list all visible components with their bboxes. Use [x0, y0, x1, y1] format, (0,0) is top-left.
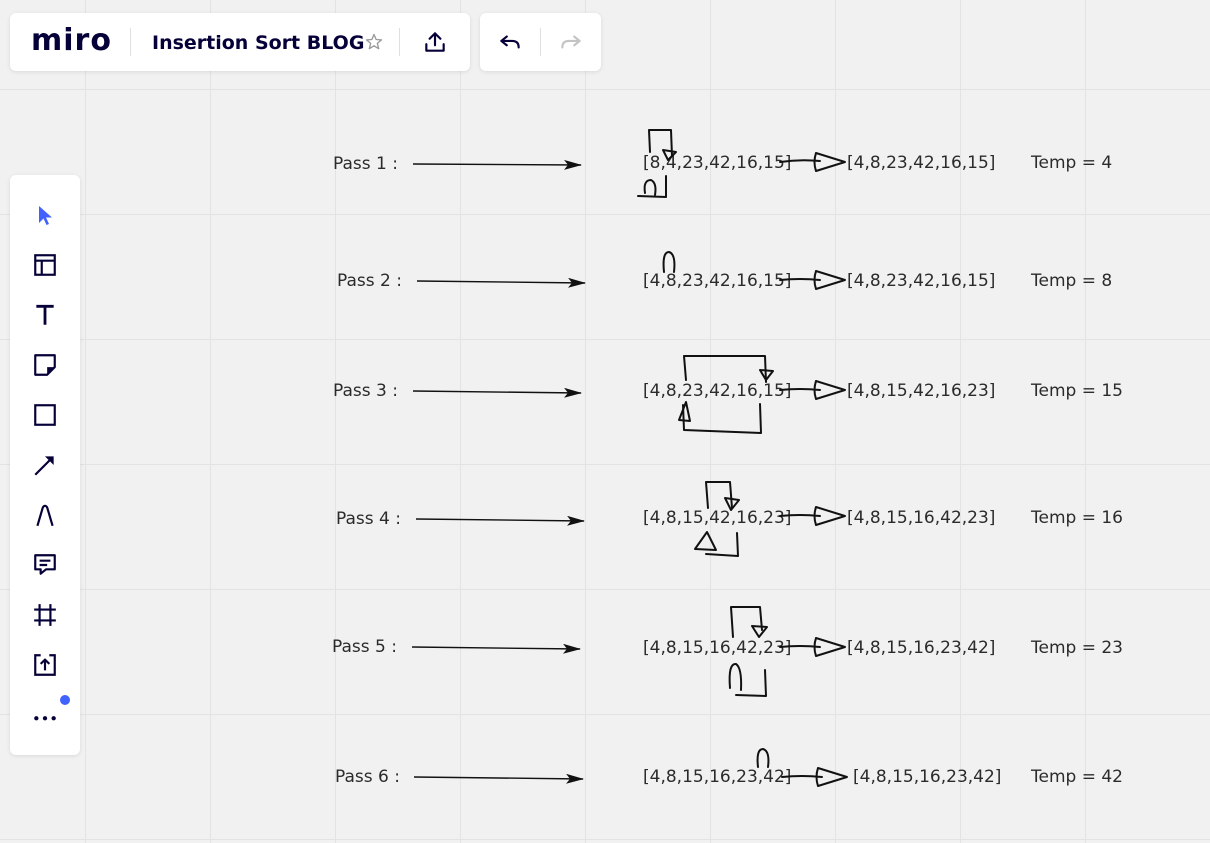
swap-stroke[interactable] — [683, 355, 767, 383]
board-drawings — [411, 129, 848, 787]
swap-stroke[interactable] — [682, 403, 762, 434]
pass-arrow[interactable] — [413, 773, 584, 784]
pass-arrow[interactable] — [411, 643, 581, 654]
swap-stroke[interactable] — [637, 175, 667, 198]
swap-stroke[interactable] — [756, 748, 770, 768]
transition-arrow[interactable] — [779, 506, 846, 526]
swap-stroke[interactable] — [643, 179, 657, 196]
transition-arrow[interactable] — [779, 152, 846, 172]
pass-arrow[interactable] — [416, 277, 586, 288]
pass-arrow[interactable] — [415, 515, 585, 526]
swap-stroke[interactable] — [728, 663, 743, 691]
transition-arrow[interactable] — [779, 270, 846, 290]
swap-stroke[interactable] — [662, 149, 677, 161]
swap-stroke[interactable] — [648, 129, 673, 157]
transition-arrow[interactable] — [781, 767, 848, 787]
swap-stroke[interactable] — [730, 606, 763, 638]
swap-stroke[interactable] — [751, 625, 768, 638]
transition-arrow[interactable] — [779, 380, 846, 400]
pass-arrow[interactable] — [412, 159, 582, 170]
swap-stroke[interactable] — [694, 531, 717, 551]
transition-arrow[interactable] — [779, 637, 846, 657]
pass-arrow[interactable] — [412, 387, 582, 398]
swap-stroke[interactable] — [662, 251, 676, 273]
swap-stroke[interactable] — [705, 532, 739, 557]
